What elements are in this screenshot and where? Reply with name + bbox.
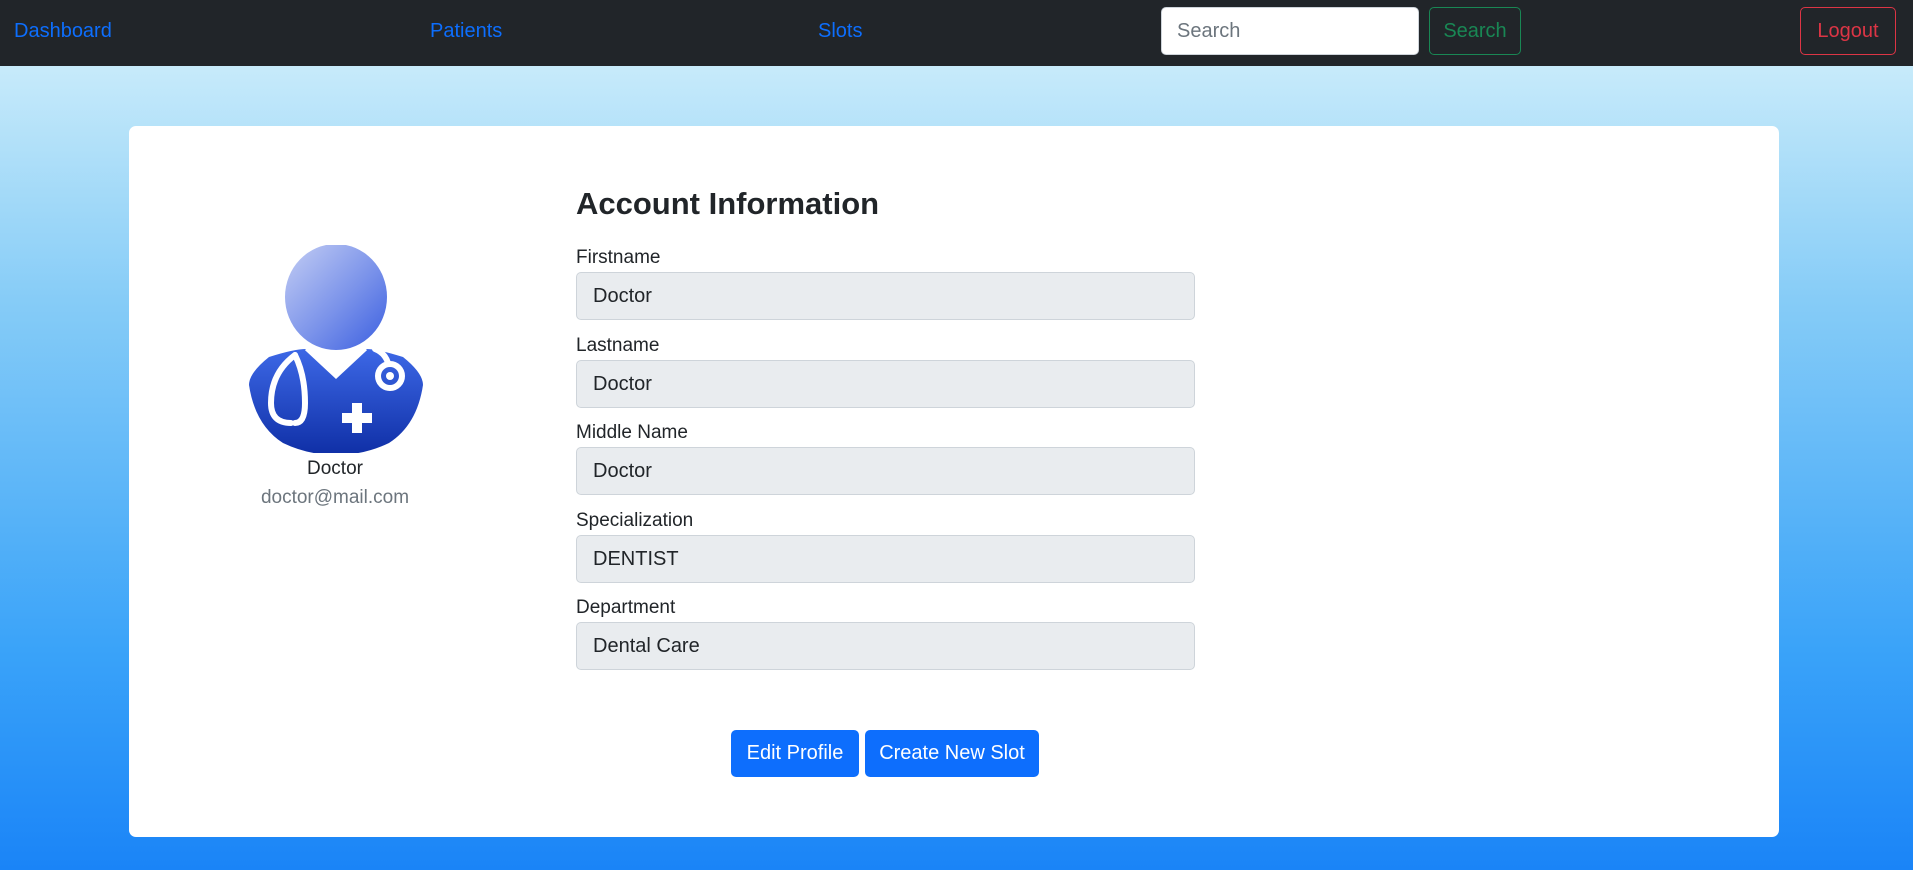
- account-information-title: Account Information: [576, 186, 880, 221]
- logout-button[interactable]: Logout: [1800, 7, 1896, 55]
- search-input[interactable]: [1161, 7, 1419, 55]
- nav-link-slots[interactable]: Slots: [818, 20, 862, 43]
- nav-link-patients[interactable]: Patients: [430, 20, 502, 43]
- profile-name: Doctor: [307, 458, 363, 479]
- department-field[interactable]: [576, 622, 1195, 670]
- lastname-label: Lastname: [576, 335, 660, 356]
- edit-profile-button[interactable]: Edit Profile: [731, 730, 859, 777]
- nav-link-dashboard[interactable]: Dashboard: [14, 20, 112, 43]
- create-new-slot-button[interactable]: Create New Slot: [865, 730, 1039, 777]
- firstname-label: Firstname: [576, 247, 661, 268]
- middle-name-label: Middle Name: [576, 422, 688, 443]
- search-button[interactable]: Search: [1429, 7, 1521, 55]
- department-label: Department: [576, 597, 676, 618]
- doctor-avatar-icon: [249, 245, 423, 453]
- top-navbar: Dashboard Patients Slots Search Logout: [0, 0, 1913, 66]
- profile-email: doctor@mail.com: [260, 487, 410, 508]
- middle-name-field[interactable]: [576, 447, 1195, 495]
- lastname-field[interactable]: [576, 360, 1195, 408]
- specialization-field[interactable]: [576, 535, 1195, 583]
- firstname-field[interactable]: [576, 272, 1195, 320]
- specialization-label: Specialization: [576, 510, 694, 531]
